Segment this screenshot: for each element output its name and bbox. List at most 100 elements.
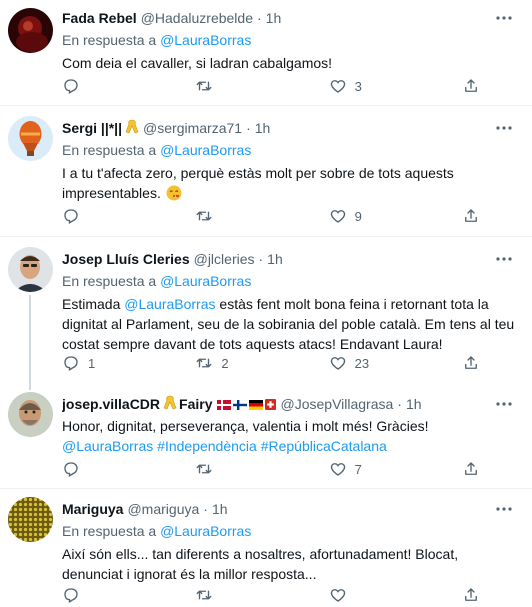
- author-handle[interactable]: @JosepVillagrasa: [281, 394, 394, 414]
- avatar[interactable]: [8, 116, 53, 161]
- reply-icon: [64, 209, 78, 224]
- tweet[interactable]: Mariguya @mariguya · 1h En respuesta a @…: [0, 489, 532, 607]
- reply-mention[interactable]: @LauraBorras: [160, 273, 251, 289]
- author-name[interactable]: Fada Rebel: [62, 8, 137, 28]
- more-button[interactable]: [494, 118, 514, 138]
- avatar[interactable]: [8, 497, 53, 542]
- more-button[interactable]: [494, 394, 514, 414]
- share-button[interactable]: [462, 353, 482, 373]
- reply-prefix: En respuesta a: [62, 523, 157, 539]
- flag-germany-icon: [248, 394, 264, 414]
- retweet-button[interactable]: [195, 76, 275, 96]
- reply-mention[interactable]: @LauraBorras: [160, 32, 251, 48]
- reply-context: En respuesta a @LauraBorras: [62, 30, 520, 50]
- more-icon: [496, 402, 512, 406]
- separator-dot: ·: [256, 10, 262, 26]
- timestamp[interactable]: 1h: [212, 499, 228, 519]
- share-button[interactable]: [462, 585, 482, 605]
- share-icon: [465, 356, 477, 369]
- like-button[interactable]: 9: [329, 206, 409, 226]
- author-handle[interactable]: @jlcleries: [194, 249, 255, 269]
- avatar[interactable]: [8, 392, 53, 437]
- retweet-button[interactable]: [195, 206, 275, 226]
- tweet-text: I a tu t'afecta zero, perquè estàs molt …: [62, 163, 520, 206]
- author-name[interactable]: josep.villaCDR: [62, 394, 160, 414]
- retweet-icon: [196, 211, 212, 221]
- hashtag[interactable]: #Independència: [157, 438, 257, 454]
- thread-line: [29, 382, 31, 390]
- yellow-ribbon-icon: [163, 394, 177, 414]
- avatar[interactable]: [8, 8, 53, 53]
- author-name[interactable]: Sergi ||*||: [62, 118, 122, 138]
- reply-icon: [64, 356, 78, 371]
- retweet-icon: [196, 358, 212, 368]
- retweet-button[interactable]: [195, 585, 275, 605]
- reply-context: En respuesta a @LauraBorras: [62, 271, 520, 291]
- separator-dot: ·: [258, 251, 264, 267]
- reply-context: En respuesta a @LauraBorras: [62, 521, 520, 541]
- reply-button[interactable]: 1: [62, 353, 142, 373]
- reply-button[interactable]: [62, 76, 142, 96]
- like-count: 7: [354, 461, 362, 477]
- more-button[interactable]: [494, 499, 514, 519]
- timestamp[interactable]: 1h: [406, 394, 422, 414]
- like-icon: [330, 80, 345, 93]
- retweet-button[interactable]: 2: [195, 353, 275, 373]
- reply-mention[interactable]: @LauraBorras: [160, 523, 251, 539]
- hashtag[interactable]: #RepúblicaCatalana: [261, 438, 387, 454]
- avatar[interactable]: [8, 247, 53, 292]
- reply-count: 1: [88, 355, 96, 371]
- like-icon: [330, 463, 345, 476]
- action-bar: 9: [62, 206, 482, 226]
- reply-button[interactable]: [62, 206, 142, 226]
- flag-denmark-icon: [216, 394, 232, 414]
- text-mention[interactable]: @LauraBorras: [124, 296, 215, 312]
- more-icon: [496, 507, 512, 511]
- more-icon: [496, 16, 512, 20]
- author-name-suffix[interactable]: Fairy: [179, 394, 212, 414]
- timestamp[interactable]: 1h: [255, 118, 271, 138]
- tweet[interactable]: josep.villaCDR Fairy @JosepVillagrasa · …: [0, 382, 532, 488]
- like-button[interactable]: 3: [329, 76, 409, 96]
- timestamp[interactable]: 1h: [267, 249, 283, 269]
- timestamp[interactable]: 1h: [266, 8, 282, 28]
- text-mention[interactable]: @LauraBorras: [62, 438, 153, 454]
- tweet[interactable]: Fada Rebel @Hadaluzrebelde · 1h En respu…: [0, 0, 532, 105]
- like-button[interactable]: 7: [329, 459, 409, 479]
- reply-icon: [64, 588, 78, 603]
- author-handle[interactable]: @Hadaluzrebelde: [141, 8, 253, 28]
- action-bar: 7: [62, 459, 482, 479]
- like-count: 9: [354, 208, 362, 224]
- share-icon: [465, 209, 477, 222]
- retweet-button[interactable]: [195, 459, 275, 479]
- tweet[interactable]: Sergi ||*|| @sergimarza71 · 1h En respue…: [0, 106, 532, 236]
- reply-button[interactable]: [62, 459, 142, 479]
- share-button[interactable]: [462, 76, 482, 96]
- share-icon: [465, 588, 477, 601]
- yellow-ribbon-icon: [125, 118, 139, 138]
- tweet-text: Com deia el cavaller, si ladran cabalgam…: [62, 55, 333, 71]
- like-icon: [330, 589, 345, 602]
- action-bar: 3: [62, 76, 482, 96]
- like-button[interactable]: [329, 585, 409, 605]
- author-handle[interactable]: @mariguya: [127, 499, 199, 519]
- flag-switzerland-icon: [264, 394, 277, 414]
- share-button[interactable]: [462, 206, 482, 226]
- thread-line: [29, 295, 31, 382]
- more-button[interactable]: [494, 249, 514, 269]
- more-button[interactable]: [494, 8, 514, 28]
- reply-mention[interactable]: @LauraBorras: [160, 142, 251, 158]
- tweet-text: Estimada @LauraBorras estàs fent molt bo…: [62, 294, 520, 354]
- share-button[interactable]: [462, 459, 482, 479]
- share-icon: [465, 79, 477, 92]
- author-handle[interactable]: @sergimarza71: [143, 118, 242, 138]
- author-name[interactable]: Josep Lluís Cleries: [62, 249, 190, 269]
- tweet[interactable]: Josep Lluís Cleries @jlcleries · 1h En r…: [0, 237, 532, 382]
- reply-button[interactable]: [62, 585, 142, 605]
- author-name[interactable]: Mariguya: [62, 499, 123, 519]
- separator-dot: ·: [397, 396, 402, 412]
- action-bar: [62, 585, 482, 605]
- tweet-text: Honor, dignitat, perseverança, valentia …: [62, 416, 520, 456]
- retweet-icon: [196, 464, 212, 474]
- like-button[interactable]: 23: [329, 353, 409, 373]
